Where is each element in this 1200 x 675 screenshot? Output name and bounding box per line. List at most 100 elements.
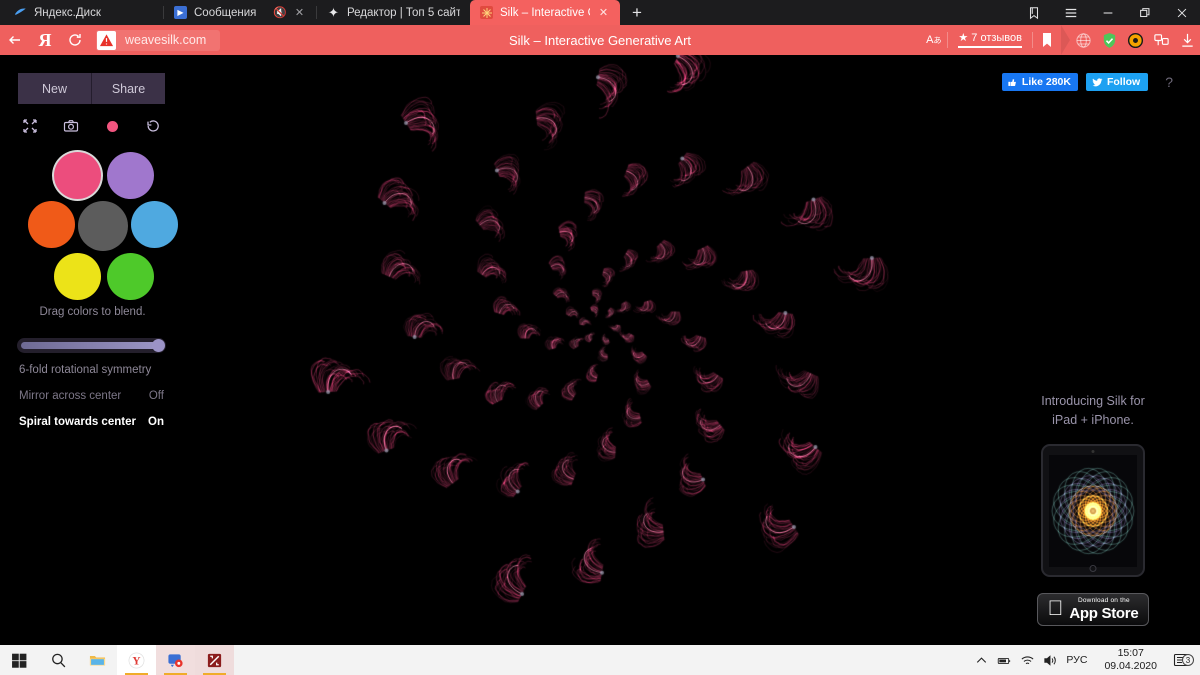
tabbar-spacer (654, 0, 1015, 25)
site-reviews-button[interactable]: ★ 7 отзывов (948, 25, 1032, 55)
ipad-mockup-image[interactable] (1041, 444, 1145, 577)
ipad-promo: Introducing Silk for iPad + iPhone.  Do… (1008, 392, 1178, 626)
facebook-like-label: Like 280K (1021, 76, 1071, 88)
color-swatch-gray[interactable] (78, 201, 128, 251)
addressbar-shape (1061, 25, 1070, 55)
new-button[interactable]: New (18, 73, 91, 104)
apple-logo-icon:  (1048, 598, 1064, 619)
reload-icon[interactable] (60, 25, 90, 55)
browser-tab-yandex-disk[interactable]: Яндекс.Диск (0, 0, 163, 25)
show-hidden-icons-chevron[interactable] (970, 645, 993, 675)
twitter-follow-label: Follow (1106, 76, 1141, 88)
option-value: On (148, 416, 164, 428)
tab-label: Сообщения (194, 6, 257, 19)
messenger-button[interactable] (156, 645, 195, 675)
share-button[interactable]: Share (91, 73, 165, 104)
camera-icon[interactable] (59, 116, 83, 136)
tab-label: Редактор | Топ 5 сайтов ко (347, 6, 460, 19)
browser-tab-silk-active[interactable]: Silk – Interactive Generat ✕ (470, 0, 620, 25)
bookmarks-icon[interactable] (1015, 0, 1052, 25)
translate-icon[interactable]: Aあ (920, 25, 947, 55)
option-label: Mirror across center (19, 390, 122, 402)
notification-badge: 3 (1182, 654, 1194, 666)
silk-icon (480, 6, 493, 19)
svg-text:Y: Y (132, 655, 140, 667)
hamburger-menu-icon[interactable] (1052, 0, 1089, 25)
address-bar: Я weavesilk.com Silk – Interactive Gener… (0, 25, 1200, 55)
close-icon[interactable] (1163, 0, 1200, 25)
option-label: Spiral towards center (19, 416, 136, 428)
yandex-logo-icon[interactable]: Я (30, 25, 60, 55)
clock[interactable]: 15:07 09.04.2020 (1095, 647, 1166, 673)
color-swatch-orange[interactable] (28, 201, 75, 248)
help-button[interactable]: ? (1165, 74, 1173, 90)
option-mirror-across-center[interactable]: Mirror across center Off (19, 390, 164, 402)
file-explorer-button[interactable] (78, 645, 117, 675)
volume-icon[interactable] (1039, 645, 1062, 675)
undo-icon[interactable] (141, 116, 165, 136)
promo-line-1: Introducing Silk for (1041, 394, 1145, 408)
color-swatch-yellow[interactable] (54, 253, 101, 300)
back-arrow-icon[interactable] (0, 25, 30, 55)
brush-color-dot[interactable] (100, 116, 124, 136)
facebook-like-button[interactable]: Like 280K (1001, 73, 1078, 91)
appstore-small-label: Download on the (1070, 597, 1130, 605)
tab-label: Яндекс.Диск (34, 6, 101, 19)
wifi-icon[interactable] (1016, 645, 1039, 675)
bookmark-icon[interactable] (1033, 25, 1061, 55)
slider-fill (21, 342, 156, 349)
yandex-zen-icon[interactable] (1122, 25, 1148, 55)
url-bar[interactable]: weavesilk.com (96, 29, 221, 51)
mute-icon[interactable]: 🔇 (273, 6, 287, 19)
blend-hint: Drag colors to blend. (39, 306, 146, 318)
search-button[interactable] (39, 645, 78, 675)
color-swatch-green[interactable] (107, 253, 154, 300)
warning-icon[interactable] (97, 30, 116, 50)
color-palette (14, 152, 178, 300)
adblock-shield-icon[interactable] (1096, 25, 1122, 55)
clock-date: 09.04.2020 (1104, 660, 1157, 672)
close-tab-icon[interactable]: ✕ (293, 6, 306, 19)
download-icon[interactable] (1174, 25, 1200, 55)
app-store-badge[interactable]:  Download on the App Store (1037, 593, 1149, 626)
color-swatch-purple[interactable] (107, 152, 154, 199)
star-icon: ★ (958, 32, 969, 44)
twitter-follow-button[interactable]: Follow (1085, 73, 1149, 91)
option-spiral-towards-center[interactable]: Spiral towards center On (19, 416, 164, 428)
new-tab-button[interactable]: + (620, 0, 654, 25)
start-button[interactable] (0, 645, 39, 675)
window-controls (1015, 0, 1200, 25)
browser-tab-editor[interactable]: ✦ Редактор | Топ 5 сайтов ко (317, 0, 470, 25)
tool-row (18, 116, 165, 136)
appstore-big-label: App Store (1061, 604, 1138, 622)
mandala-artwork (1049, 454, 1137, 567)
color-swatch-blue[interactable] (131, 201, 178, 248)
yandex-browser-icon: Y (128, 652, 145, 668)
reviews-label: 7 отзывов (971, 32, 1022, 44)
ipad-camera-dot (1091, 450, 1095, 453)
close-tab-icon[interactable]: ✕ (597, 6, 610, 19)
editor-icon (207, 653, 222, 667)
twitter-bird-icon (1092, 77, 1103, 86)
browser-tab-messages[interactable]: ▶ Сообщения 🔇 ✕ (164, 0, 316, 25)
minimize-icon[interactable] (1089, 0, 1126, 25)
restore-icon[interactable] (1126, 0, 1163, 25)
yandex-browser-button[interactable]: Y (117, 645, 156, 675)
thumbs-up-icon (1008, 78, 1016, 86)
play-icon: ▶ (174, 6, 187, 19)
messenger-icon (168, 653, 183, 667)
collections-icon[interactable] (1148, 25, 1174, 55)
notification-center-button[interactable]: 3 (1166, 652, 1196, 668)
slider-knob[interactable] (152, 339, 165, 352)
silk-control-panel: New Share Drag colors to blend. 6-fold r… (0, 55, 185, 428)
address-bar-actions: Aあ ★ 7 отзывов (920, 25, 1200, 55)
battery-icon[interactable] (993, 645, 1016, 675)
color-swatch-pink[interactable] (54, 152, 101, 199)
fullscreen-icon[interactable] (18, 116, 42, 136)
language-indicator[interactable]: РУС (1062, 654, 1095, 666)
globe-icon[interactable] (1070, 25, 1096, 55)
editor-app-button[interactable] (195, 645, 234, 675)
windows-logo-icon (12, 653, 27, 668)
symmetry-slider[interactable] (17, 338, 166, 353)
search-icon (52, 653, 66, 667)
